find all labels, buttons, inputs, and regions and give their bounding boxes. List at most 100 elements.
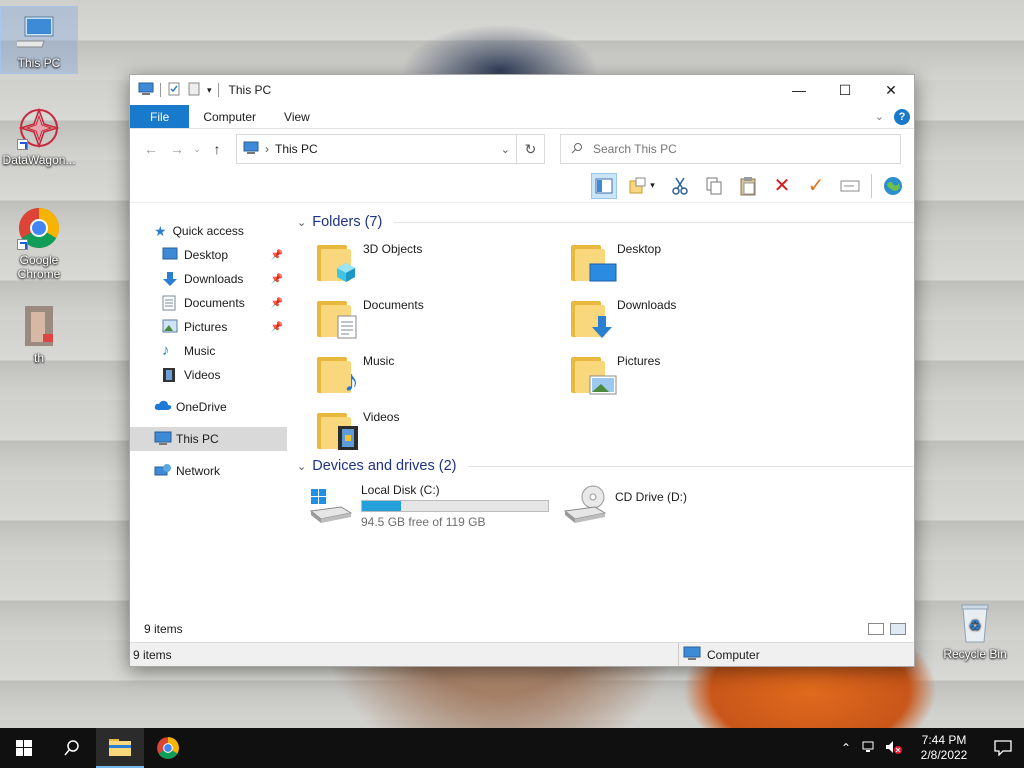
notification-center-icon[interactable] [982, 740, 1024, 756]
desktop-icon-label: Google Chrome [17, 253, 61, 281]
pin-icon[interactable]: 📌 [271, 322, 283, 333]
nav-item-label: OneDrive [176, 400, 227, 414]
folder-pictures[interactable]: Pictures [569, 345, 823, 401]
chrome-icon [157, 737, 179, 759]
network-icon[interactable] [858, 740, 882, 757]
desktop-icon-recycle-bin[interactable]: ♻ Recycle Bin [936, 600, 1014, 661]
breadcrumb[interactable]: This PC [275, 142, 495, 156]
copy-icon[interactable] [701, 173, 727, 199]
quick-access-toolbar: ▾ [138, 82, 219, 99]
folder-videos[interactable]: Videos [315, 401, 569, 457]
address-row: ← → ⌄ ↑ › This PC ⌄ ↻ Search This PC [130, 129, 914, 169]
globe-icon[interactable] [880, 173, 906, 199]
drive-cd-d[interactable]: CD Drive (D:) [563, 483, 687, 539]
nav-item-label: Network [176, 464, 221, 478]
nav-item-network[interactable]: Network [130, 459, 287, 483]
up-button[interactable]: ↑ [204, 141, 230, 157]
details-view-icon[interactable] [868, 623, 884, 635]
rename-check-icon[interactable]: ✓ [803, 173, 829, 199]
download-arrow-icon [162, 271, 178, 287]
collapse-chevron-icon: ⌄ [297, 460, 307, 473]
maximize-button[interactable]: ☐ [822, 75, 868, 105]
drive-local-disk-c[interactable]: Local Disk (C:) 94.5 GB free of 119 GB [309, 483, 563, 539]
nav-item-music[interactable]: ♪ Music [130, 339, 287, 363]
folder-name: Videos [363, 410, 400, 424]
group-header-devices[interactable]: ⌄ Devices and drives (2) [295, 455, 914, 477]
taskbar-chrome[interactable] [144, 728, 192, 768]
folder-name: Music [363, 354, 395, 368]
nav-item-desktop[interactable]: Desktop 📌 [130, 243, 287, 267]
nav-item-quick-access[interactable]: ★ Quick access [130, 219, 287, 243]
documents-folder-icon [315, 295, 357, 339]
start-button[interactable] [0, 728, 48, 768]
expand-ribbon-chevron-down-icon[interactable]: ⌄ [875, 110, 884, 123]
folder-name: Downloads [617, 298, 677, 312]
tab-view[interactable]: View [270, 105, 324, 128]
search-input[interactable]: Search This PC [560, 134, 901, 164]
folder-3d-objects[interactable]: 3D Objects [315, 233, 569, 289]
properties-icon[interactable] [167, 82, 181, 99]
drive-name: CD Drive (D:) [615, 490, 687, 504]
disk-usage-fill [362, 501, 402, 511]
pin-icon[interactable]: 📌 [271, 274, 283, 285]
computer-icon [683, 646, 701, 663]
volume-muted-icon[interactable] [882, 740, 906, 757]
zone-label: Computer [707, 647, 760, 662]
recent-chevron-down-icon[interactable]: ⌄ [190, 144, 204, 155]
clock[interactable]: 7:44 PM 2/8/2022 [906, 733, 982, 763]
3d-objects-folder-icon [315, 239, 355, 283]
folder-documents[interactable]: Documents [315, 289, 569, 345]
delete-icon[interactable]: ✕ [769, 173, 795, 199]
pin-icon[interactable]: 📌 [271, 298, 283, 309]
navigation-pane: ★ Quick access Desktop 📌 Downloads 📌 Doc… [130, 203, 287, 616]
customize-qa-chevron-down-icon[interactable]: ▾ [207, 85, 212, 96]
forward-button[interactable]: → [164, 141, 190, 157]
desktop-icon-this-pc[interactable]: This PC [0, 6, 78, 74]
nav-item-documents[interactable]: Documents 📌 [130, 291, 287, 315]
desktop-icon-th[interactable]: th [0, 304, 78, 365]
folder-icon [109, 739, 131, 756]
nav-item-label: Pictures [184, 320, 228, 334]
large-icons-view-icon[interactable] [890, 623, 906, 635]
help-icon[interactable]: ? [894, 108, 910, 125]
desktop-icon-chrome[interactable]: Google Chrome [0, 206, 78, 281]
show-hidden-icons-chevron-up-icon[interactable]: ⌃ [834, 741, 858, 755]
nav-item-downloads[interactable]: Downloads 📌 [130, 267, 287, 291]
search-button[interactable] [48, 728, 96, 768]
folder-downloads[interactable]: Downloads [569, 289, 823, 345]
film-icon [162, 367, 178, 383]
address-bar[interactable]: › This PC ⌄ [236, 134, 517, 164]
tab-file[interactable]: File [130, 105, 190, 128]
close-button[interactable]: ✕ [868, 75, 914, 105]
desktop-icon-label: th [33, 351, 44, 365]
group-header-folders[interactable]: ⌄ Folders (7) [295, 211, 914, 233]
cloud-icon [154, 399, 172, 415]
inner-status-bar: 9 items [130, 618, 914, 640]
pin-icon[interactable]: 📌 [271, 250, 283, 261]
rename-field-icon[interactable] [837, 173, 863, 199]
new-folder-icon[interactable] [187, 82, 201, 99]
address-history-chevron-down-icon[interactable]: ⌄ [501, 143, 510, 156]
nav-item-this-pc[interactable]: This PC [130, 427, 287, 451]
nav-item-label: Downloads [184, 272, 244, 286]
nav-item-pictures[interactable]: Pictures 📌 [130, 315, 287, 339]
nav-item-onedrive[interactable]: OneDrive [130, 395, 287, 419]
minimize-button[interactable]: — [776, 75, 822, 105]
back-button[interactable]: ← [138, 141, 164, 157]
folder-music[interactable]: ♪ Music [315, 345, 569, 401]
paste-icon[interactable] [735, 173, 761, 199]
folder-desktop[interactable]: Desktop [569, 233, 823, 289]
content-pane: ⌄ Folders (7) 3D Objects Desktop Documen… [287, 203, 914, 616]
group-title: Folders (7) [312, 214, 383, 230]
zone-indicator: Computer [678, 643, 914, 666]
picture-icon [162, 319, 178, 335]
taskbar-file-explorer[interactable] [96, 728, 144, 768]
cut-icon[interactable] [667, 173, 693, 199]
svg-text:♻: ♻ [969, 617, 982, 633]
nav-item-videos[interactable]: Videos [130, 363, 287, 387]
refresh-button[interactable]: ↻ [517, 134, 545, 164]
new-item-icon[interactable]: ▾ [625, 173, 659, 199]
navigation-pane-icon[interactable] [591, 172, 617, 199]
desktop-icon-datawagon[interactable]: DataWagon... [0, 106, 78, 167]
tab-computer[interactable]: Computer [189, 105, 270, 128]
